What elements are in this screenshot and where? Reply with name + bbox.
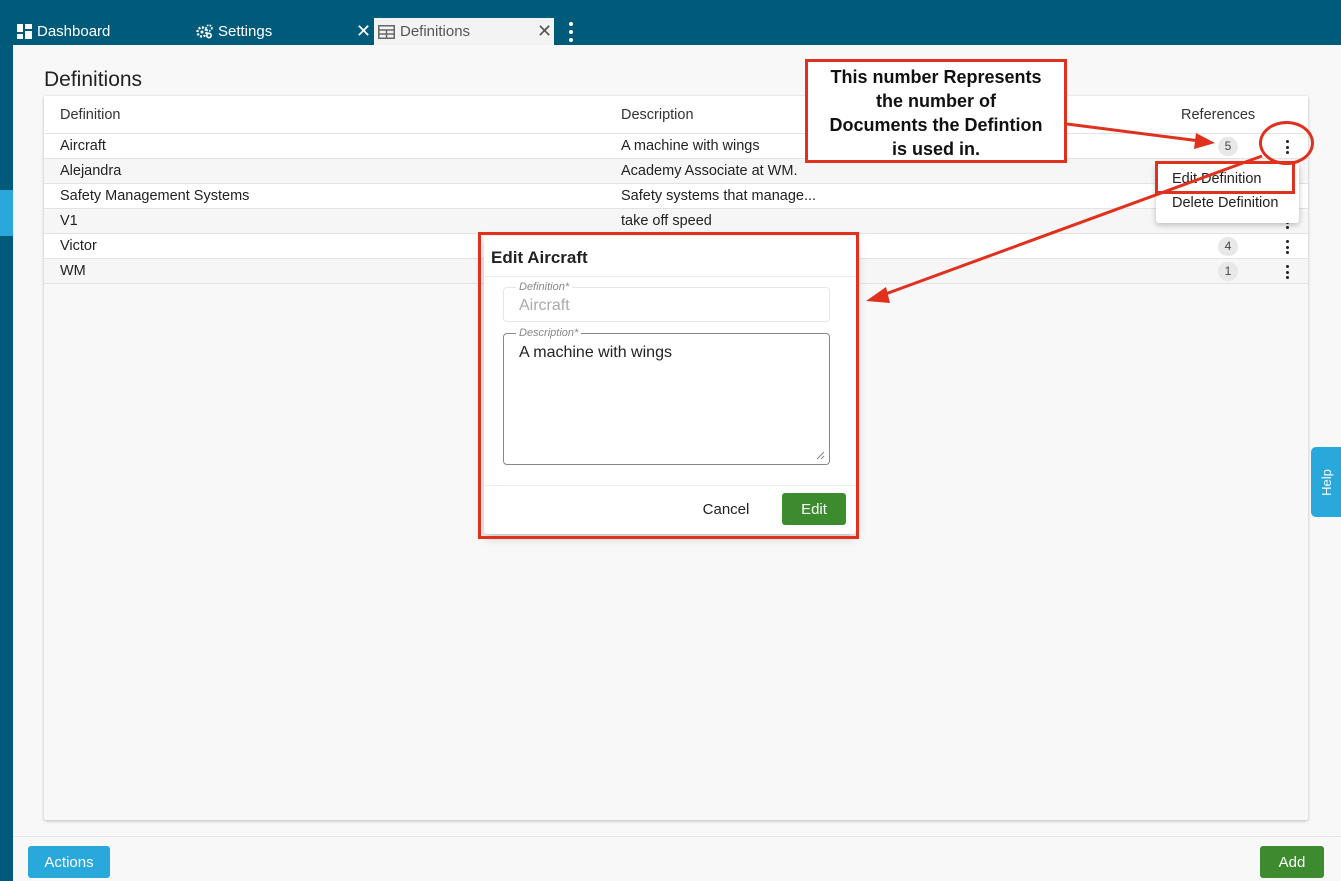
actions-button[interactable]: Actions — [28, 846, 110, 878]
definition-cell: Aircraft — [60, 138, 106, 154]
tab-definitions[interactable]: Definitions — [374, 18, 554, 45]
column-header-references[interactable]: References — [1181, 107, 1255, 123]
tab-settings-label: Settings — [218, 23, 273, 40]
table-row[interactable]: V1 take off speed — [44, 209, 1308, 234]
page-title: Definitions — [44, 68, 143, 91]
table-row[interactable]: Alejandra Academy Associate at WM. — [44, 159, 1308, 184]
annotation-line: is used in. — [891, 139, 981, 159]
annotation-line: Documents the Defintion — [829, 115, 1043, 135]
tab-bar: Dashboard Settings ✕ Definitions ✕ — [0, 0, 1341, 45]
annotation-circle — [1259, 121, 1314, 165]
references-badge: 4 — [1218, 237, 1238, 256]
sidebar-accent — [0, 190, 13, 236]
annotation-highlight-menu-item — [1155, 161, 1295, 194]
column-header-definition[interactable]: Definition — [60, 107, 120, 123]
tab-settings[interactable]: Settings — [196, 18, 272, 45]
definition-cell: Victor — [60, 238, 97, 254]
definition-cell: WM — [60, 263, 86, 279]
add-button[interactable]: Add — [1260, 846, 1324, 878]
close-definitions-tab-icon[interactable]: ✕ — [537, 21, 552, 41]
tab-dashboard-label: Dashboard — [37, 23, 111, 40]
references-badge: 5 — [1218, 137, 1238, 156]
table-header: Definition Description References — [44, 96, 1308, 134]
annotation-highlight-dialog — [478, 232, 859, 539]
column-header-description[interactable]: Description — [621, 107, 694, 123]
row-menu-icon[interactable] — [1283, 265, 1291, 279]
bottom-bar — [13, 836, 1341, 881]
tab-dashboard[interactable]: Dashboard — [17, 18, 110, 45]
annotation-line: the number of — [876, 91, 996, 111]
references-badge: 1 — [1218, 262, 1238, 281]
definition-cell: V1 — [60, 213, 78, 229]
description-cell: Safety systems that manage... — [621, 188, 817, 204]
description-cell: Academy Associate at WM. — [621, 163, 798, 179]
tab-more-icon[interactable] — [565, 22, 577, 42]
dashboard-icon — [17, 24, 32, 39]
row-menu-icon[interactable] — [1283, 240, 1291, 254]
table-icon — [378, 24, 395, 39]
definition-cell: Safety Management Systems — [60, 188, 250, 204]
help-tab[interactable]: Help — [1311, 447, 1341, 517]
gears-icon — [196, 24, 213, 39]
definition-cell: Alejandra — [60, 163, 122, 179]
annotation-line: This number Represents — [830, 67, 1042, 87]
close-settings-tab-icon[interactable]: ✕ — [356, 21, 371, 41]
help-label: Help — [1318, 468, 1334, 496]
table-row[interactable]: Aircraft A machine with wings 5 — [44, 134, 1308, 159]
description-cell: A machine with wings — [621, 138, 760, 154]
tab-definitions-label: Definitions — [400, 23, 471, 40]
table-row[interactable]: Safety Management Systems Safety systems… — [44, 184, 1308, 209]
description-cell: take off speed — [621, 213, 712, 229]
delete-definition-menu-item[interactable]: Delete Definition — [1172, 195, 1278, 211]
annotation-note: This number Represents the number of Doc… — [805, 59, 1067, 163]
